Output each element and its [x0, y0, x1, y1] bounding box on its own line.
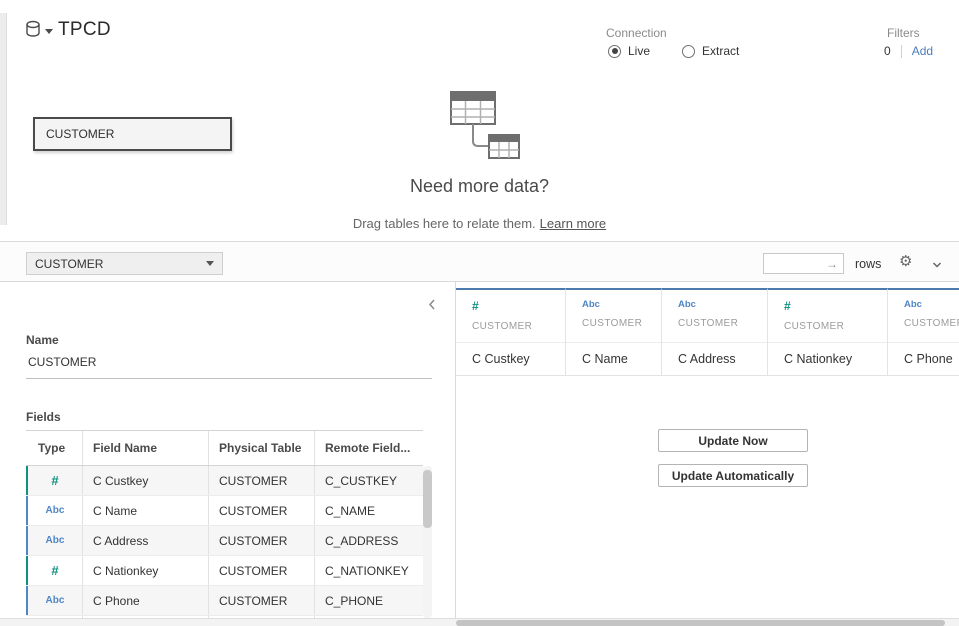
table-select-value: CUSTOMER: [35, 257, 103, 271]
datasource-title[interactable]: TPCD: [58, 19, 111, 41]
field-name-cell: C Name: [83, 496, 209, 525]
grid-column-field: C Nationkey: [768, 343, 887, 376]
table-row[interactable]: # C Nationkey CUSTOMER C_NATIONKEY: [26, 556, 423, 586]
physical-table-cell: CUSTOMER: [209, 526, 315, 555]
radio-live[interactable]: Live: [608, 44, 650, 58]
fields-label: Fields: [26, 410, 61, 424]
rows-limit-box: →: [763, 253, 844, 274]
string-type-icon: Abc: [904, 299, 959, 310]
caret-down-icon: [206, 261, 214, 266]
string-type-icon: Abc: [678, 299, 761, 310]
empty-state-title: Need more data?: [0, 176, 959, 197]
string-type-icon: Abc: [582, 299, 655, 310]
string-type-icon: Abc: [46, 595, 65, 606]
grid-column-header[interactable]: Abc CUSTOMER C Phone: [888, 288, 959, 376]
bottom-section: Name CUSTOMER Fields Type Field Name Phy…: [0, 282, 959, 618]
table-name-field[interactable]: CUSTOMER: [26, 352, 432, 379]
rows-label: rows: [855, 257, 881, 271]
table-row[interactable]: # C Custkey CUSTOMER C_CUSTKEY: [26, 466, 423, 496]
rows-limit-input[interactable]: [764, 255, 822, 272]
physical-table-cell: CUSTOMER: [209, 556, 315, 585]
grid-column-field: C Phone: [888, 343, 959, 376]
field-name-cell: C Phone: [83, 586, 209, 615]
field-name-cell: C Nationkey: [83, 556, 209, 585]
remote-field-cell: C_ADDRESS: [315, 526, 423, 555]
vertical-scrollbar-thumb[interactable]: [423, 470, 432, 528]
collapse-panel-icon[interactable]: [427, 298, 437, 316]
column-header-physical-table[interactable]: Physical Table: [209, 431, 315, 465]
grid-column-table: CUSTOMER: [472, 321, 559, 332]
filters-add-link[interactable]: Add: [912, 44, 933, 58]
table-toolbar: CUSTOMER → rows ⚙: [0, 241, 959, 282]
update-automatically-button[interactable]: Update Automatically: [658, 464, 808, 487]
fields-table: Type Field Name Physical Table Remote Fi…: [26, 430, 423, 618]
table-row[interactable]: Abc C Name CUSTOMER C_NAME: [26, 496, 423, 526]
number-type-icon: #: [51, 563, 58, 578]
number-type-icon: #: [784, 299, 881, 313]
field-name-cell: C Custkey: [83, 466, 209, 495]
preview-grid-header: # CUSTOMER C Custkey Abc CUSTOMER C Name…: [456, 288, 959, 376]
caret-down-icon: [45, 29, 53, 34]
grid-column-header[interactable]: # CUSTOMER C Custkey: [456, 288, 566, 376]
remote-field-cell: C_NAME: [315, 496, 423, 525]
vertical-scrollbar[interactable]: [423, 466, 432, 618]
connection-radio-group: Live Extract: [608, 44, 739, 58]
empty-state-subtitle: Drag tables here to relate them. Learn mo…: [0, 216, 959, 231]
field-name-cell: C Address: [83, 526, 209, 555]
radio-live-label: Live: [628, 44, 650, 58]
filters-row: 0 Add: [884, 44, 933, 58]
table-row[interactable]: Abc C Address CUSTOMER C_ADDRESS: [26, 526, 423, 556]
grid-column-header[interactable]: Abc CUSTOMER C Name: [566, 288, 662, 376]
physical-table-cell: CUSTOMER: [209, 496, 315, 525]
filters-label: Filters: [887, 26, 920, 40]
arrow-right-icon[interactable]: →: [826, 257, 843, 271]
grid-column-table: CUSTOMER: [582, 318, 655, 329]
remote-field-cell: C_NATIONKEY: [315, 556, 423, 585]
fields-table-header: Type Field Name Physical Table Remote Fi…: [26, 431, 423, 466]
horizontal-scrollbar-thumb[interactable]: [456, 620, 945, 626]
metadata-panel: Name CUSTOMER Fields Type Field Name Phy…: [0, 282, 456, 618]
grid-column-header[interactable]: Abc CUSTOMER C Address: [662, 288, 768, 376]
filters-separator: [901, 45, 902, 58]
remote-field-cell: C_PHONE: [315, 586, 423, 615]
filters-count: 0: [884, 44, 891, 58]
empty-state-hint: Drag tables here to relate them.: [353, 216, 536, 231]
number-type-icon: #: [51, 473, 58, 488]
name-label: Name: [26, 333, 59, 347]
table-select-dropdown[interactable]: CUSTOMER: [26, 252, 223, 275]
column-header-field-name[interactable]: Field Name: [83, 431, 209, 465]
physical-table-cell: CUSTOMER: [209, 586, 315, 615]
gear-icon[interactable]: ⚙: [899, 253, 912, 271]
radio-extract[interactable]: Extract: [682, 44, 739, 58]
learn-more-link[interactable]: Learn more: [540, 216, 606, 231]
chevron-down-icon[interactable]: [931, 257, 943, 275]
table-row[interactable]: Abc C Phone CUSTOMER C_PHONE: [26, 586, 423, 616]
physical-table-cell: CUSTOMER: [209, 466, 315, 495]
grid-column-table: CUSTOMER: [784, 321, 881, 332]
data-preview-panel: # CUSTOMER C Custkey Abc CUSTOMER C Name…: [456, 282, 959, 618]
grid-column-table: CUSTOMER: [904, 318, 959, 329]
radio-live-circle: [608, 45, 621, 58]
datasource-menu[interactable]: [24, 20, 53, 43]
number-type-icon: #: [472, 299, 559, 313]
column-header-type[interactable]: Type: [26, 431, 83, 465]
connection-label: Connection: [606, 26, 667, 40]
radio-extract-label: Extract: [702, 44, 739, 58]
grid-column-table: CUSTOMER: [678, 318, 761, 329]
grid-column-header[interactable]: # CUSTOMER C Nationkey: [768, 288, 888, 376]
fields-table-body: # C Custkey CUSTOMER C_CUSTKEY Abc C Nam…: [26, 466, 423, 618]
grid-column-field: C Name: [566, 343, 661, 376]
horizontal-scrollbar[interactable]: [0, 618, 959, 626]
update-now-button[interactable]: Update Now: [658, 429, 808, 452]
canvas-table-customer[interactable]: CUSTOMER: [33, 117, 232, 151]
string-type-icon: Abc: [46, 505, 65, 516]
grid-column-field: C Address: [662, 343, 767, 376]
string-type-icon: Abc: [46, 535, 65, 546]
column-header-remote-field[interactable]: Remote Field...: [315, 431, 423, 465]
grid-column-field: C Custkey: [456, 343, 565, 376]
need-more-data-illustration: [436, 90, 531, 167]
database-icon: [24, 20, 42, 43]
remote-field-cell: C_CUSTKEY: [315, 466, 423, 495]
radio-extract-circle: [682, 45, 695, 58]
